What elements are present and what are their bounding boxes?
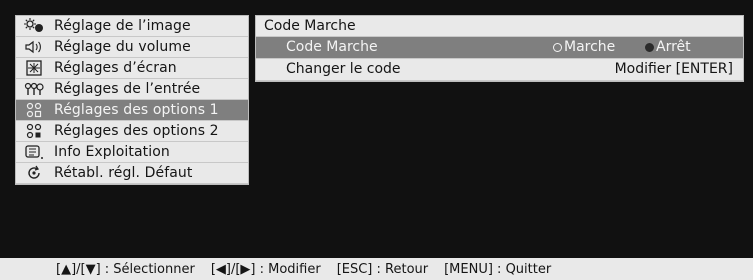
change-code-label: Changer le code: [286, 61, 401, 77]
power-code-label: Code Marche: [286, 39, 378, 55]
menu-item-label: Réglage du volume: [54, 39, 191, 55]
menu-item-label: Rétabl. régl. Défaut: [54, 165, 193, 181]
menu-item-image-adjust[interactable]: Réglage de l’image: [16, 16, 248, 37]
power-code-row[interactable]: Code Marche Marche Arrêt: [256, 37, 743, 59]
radio-checked-icon: [645, 43, 654, 52]
projector-osd: Réglage de l’image Réglage du volume Rég…: [0, 0, 753, 280]
image-adjust-icon: [20, 18, 48, 34]
menu-item-label: Réglages de l’entrée: [54, 81, 201, 97]
power-code-on-option[interactable]: Marche: [553, 37, 645, 58]
menu-item-info[interactable]: Info Exploitation: [16, 142, 248, 163]
menu-item-label: Réglages des options 2: [54, 123, 219, 139]
menu-item-label: Réglages des options 1: [54, 102, 219, 118]
menu-item-screen-settings[interactable]: Réglages d’écran: [16, 58, 248, 79]
change-code-action[interactable]: Modifier [ENTER]: [615, 59, 743, 80]
help-back: [ESC] : Retour: [336, 261, 429, 277]
menu-item-options-2[interactable]: Réglages des options 2: [16, 121, 248, 142]
menu-item-label: Réglage de l’image: [54, 18, 191, 34]
menu-item-options-1[interactable]: Réglages des options 1: [16, 100, 248, 121]
panel-title: Code Marche: [256, 16, 743, 37]
help-bar: [▲]/[▼] : Sélectionner [◀]/[▶] : Modifie…: [0, 258, 753, 280]
help-quit: [MENU] : Quitter: [444, 261, 552, 277]
option-label: Marche: [564, 39, 616, 55]
reset-icon: [20, 165, 48, 181]
menu-item-volume[interactable]: Réglage du volume: [16, 37, 248, 58]
help-select: [▲]/[▼] : Sélectionner: [56, 261, 195, 277]
menu-item-input-settings[interactable]: Réglages de l’entrée: [16, 79, 248, 100]
settings-panel: Code Marche Code Marche Marche Arrêt Cha…: [255, 15, 744, 82]
change-code-row[interactable]: Changer le code Modifier [ENTER]: [256, 59, 743, 81]
main-menu: Réglage de l’image Réglage du volume Rég…: [15, 15, 249, 185]
option-label: Arrêt: [656, 39, 691, 55]
options-icon: [20, 123, 48, 139]
radio-unchecked-icon: [553, 43, 562, 52]
menu-item-reset-defaults[interactable]: Rétabl. régl. Défaut: [16, 163, 248, 184]
screen-settings-icon: [20, 60, 48, 76]
info-icon: [20, 144, 48, 160]
speaker-icon: [20, 39, 48, 55]
input-icon: [20, 81, 48, 97]
menu-item-label: Info Exploitation: [54, 144, 170, 160]
options-icon: [20, 102, 48, 118]
menu-item-label: Réglages d’écran: [54, 60, 177, 76]
help-modify: [◀]/[▶] : Modifier: [210, 261, 321, 277]
power-code-off-option[interactable]: Arrêt: [645, 37, 733, 58]
